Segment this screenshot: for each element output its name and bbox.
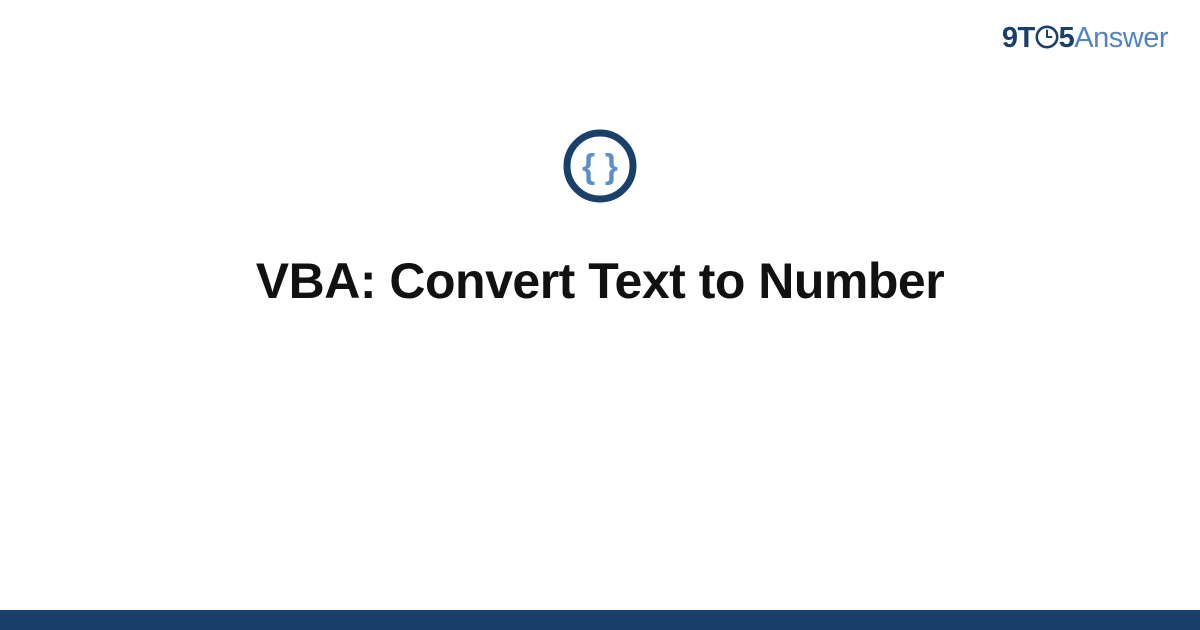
main-content: { } VBA: Convert Text to Number: [0, 128, 1200, 310]
page-title: VBA: Convert Text to Number: [256, 252, 944, 310]
code-braces-icon: { }: [562, 128, 638, 204]
svg-text:{ }: { }: [582, 148, 618, 186]
brand-text-9t: 9T: [1002, 22, 1035, 54]
brand-text-answer: Answer: [1074, 22, 1168, 54]
brand-text-5: 5: [1059, 22, 1075, 54]
footer-bar: [0, 610, 1200, 630]
brand-clock-icon: [1035, 24, 1059, 57]
brand-logo: 9T 5Answer: [1002, 22, 1168, 55]
